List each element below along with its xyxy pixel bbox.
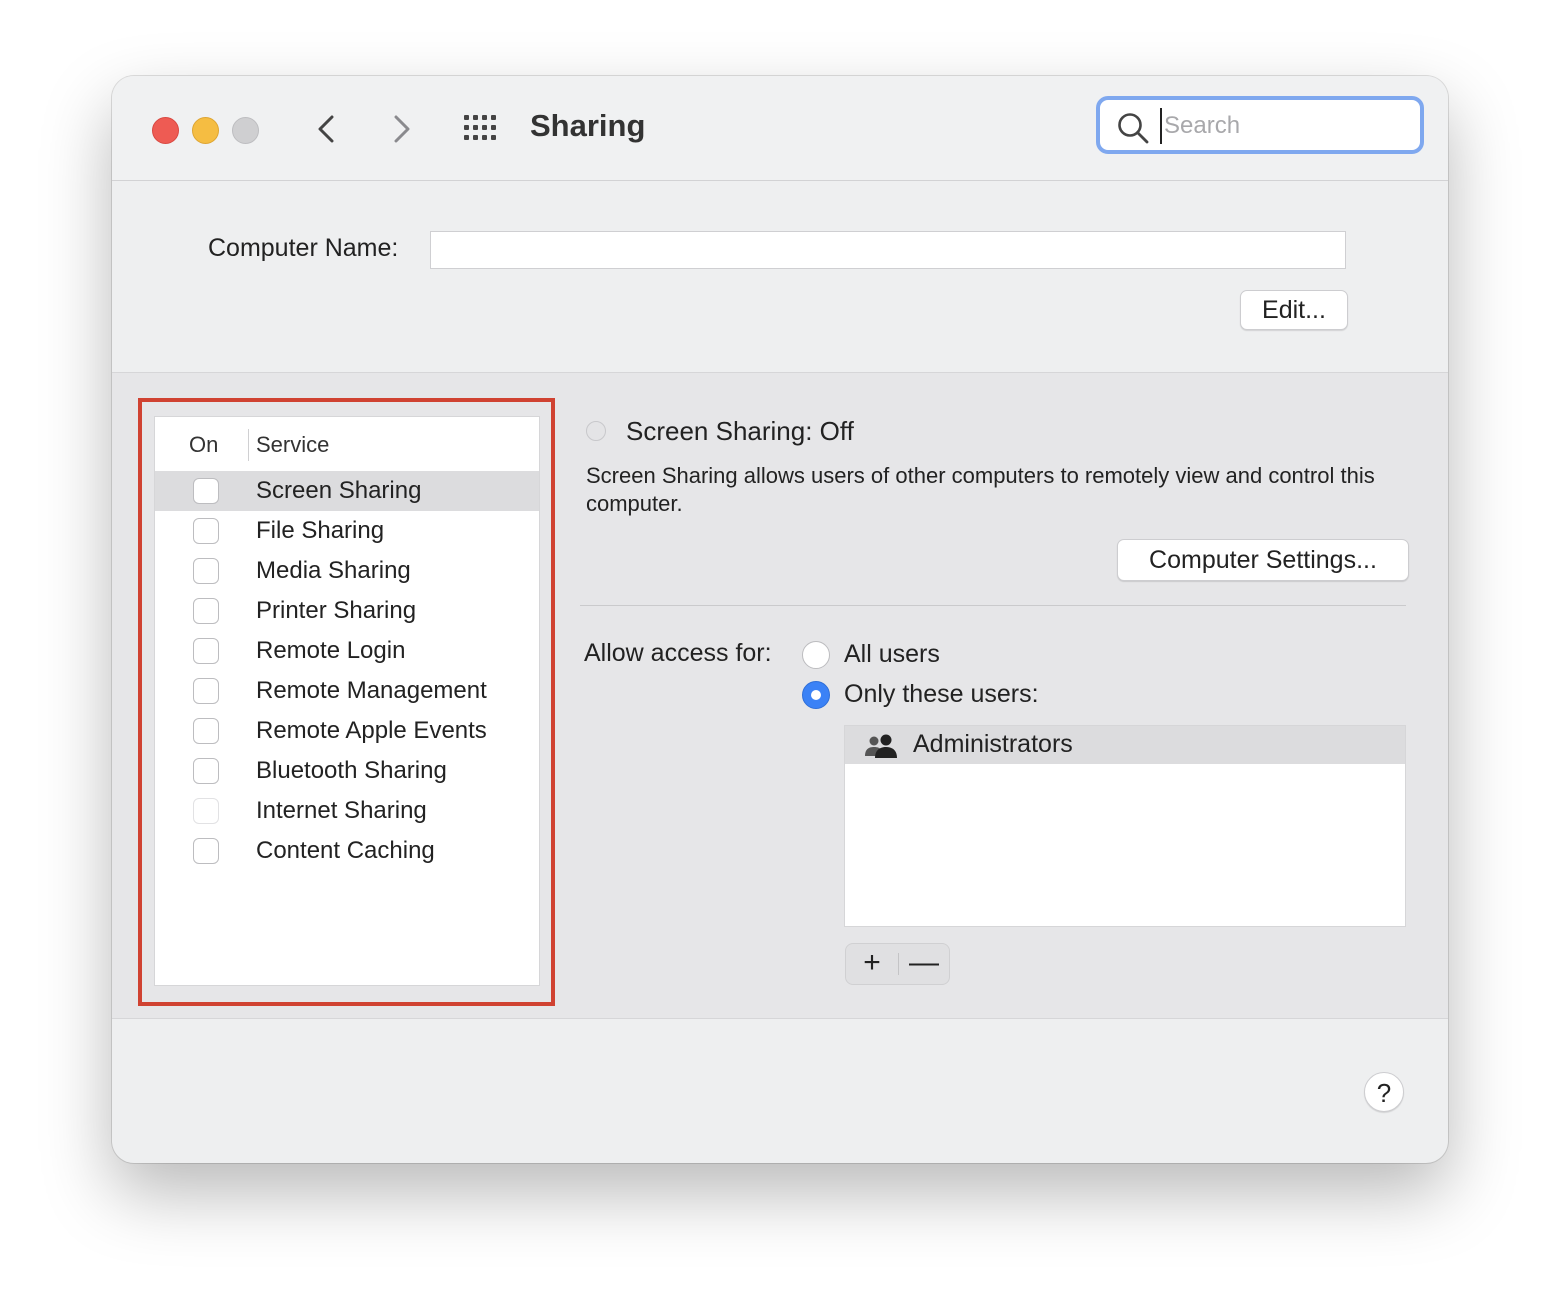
remove-user-button[interactable]: — — [899, 944, 949, 984]
search-icon — [1118, 113, 1149, 144]
status-indicator — [586, 421, 606, 441]
service-description: Screen Sharing allows users of other com… — [586, 463, 1375, 516]
service-checkbox — [193, 798, 219, 824]
service-label: Printer Sharing — [256, 597, 417, 624]
minimize-button[interactable] — [192, 117, 219, 144]
back-button[interactable] — [308, 109, 348, 149]
list-item[interactable]: Administrators — [845, 726, 1405, 764]
service-label: Content Caching — [256, 837, 435, 864]
show-all-button[interactable] — [462, 112, 502, 144]
chevron-right-icon — [394, 115, 410, 143]
service-row[interactable]: Bluetooth Sharing — [155, 751, 539, 791]
chevron-left-icon — [318, 115, 334, 143]
search-field[interactable] — [1096, 96, 1424, 154]
user-label: Administrators — [913, 730, 1073, 758]
service-row[interactable]: Media Sharing — [155, 551, 539, 591]
service-checkbox[interactable] — [193, 838, 219, 864]
forward-button[interactable] — [382, 109, 422, 149]
grid-icon — [464, 115, 496, 140]
service-row[interactable]: Internet Sharing — [155, 791, 539, 831]
edit-button[interactable]: Edit... — [1240, 290, 1348, 330]
service-list[interactable]: On Service Screen Sharing File Sharing Med… — [154, 416, 540, 986]
toolbar: Sharing — [112, 76, 1448, 181]
column-header-service[interactable]: Service — [256, 432, 329, 458]
all-users-radio[interactable] — [802, 641, 830, 669]
add-user-button[interactable]: + — [846, 944, 898, 984]
computer-settings-button[interactable]: Computer Settings... — [1117, 539, 1409, 581]
service-label: File Sharing — [256, 517, 385, 544]
users-list[interactable]: Administrators — [844, 725, 1406, 927]
service-checkbox[interactable] — [193, 518, 219, 544]
service-checkbox[interactable] — [193, 718, 219, 744]
computer-name-label: Computer Name: — [208, 234, 399, 262]
only-these-users-radio[interactable] — [802, 681, 830, 709]
service-checkbox[interactable] — [193, 758, 219, 784]
service-label: Remote Management — [256, 677, 487, 704]
service-checkbox[interactable] — [193, 638, 219, 664]
help-button[interactable]: ? — [1364, 1072, 1404, 1112]
column-divider — [248, 429, 249, 461]
service-label: Remote Apple Events — [256, 717, 487, 744]
service-row[interactable]: Printer Sharing — [155, 591, 539, 631]
allow-access-label: Allow access for: — [584, 639, 772, 667]
service-row[interactable]: Screen Sharing — [155, 471, 539, 511]
service-row[interactable]: File Sharing — [155, 511, 539, 551]
search-input[interactable] — [1160, 108, 1404, 144]
close-button[interactable] — [152, 117, 179, 144]
service-row[interactable]: Remote Apple Events — [155, 711, 539, 751]
service-label: Internet Sharing — [256, 797, 427, 824]
service-row[interactable]: Remote Login — [155, 631, 539, 671]
service-label: Remote Login — [256, 637, 406, 664]
zoom-button[interactable] — [232, 117, 259, 144]
group-users-icon — [865, 734, 897, 758]
window-title: Sharing — [530, 108, 646, 143]
service-row[interactable]: Remote Management — [155, 671, 539, 711]
only-these-users-label[interactable]: Only these users: — [844, 680, 1039, 709]
service-checkbox[interactable] — [193, 558, 219, 584]
service-checkbox[interactable] — [193, 478, 219, 504]
add-remove-control: + — — [845, 943, 950, 985]
service-status-title: Screen Sharing: Off — [626, 416, 854, 446]
computer-name-field[interactable] — [430, 231, 1346, 269]
service-label: Bluetooth Sharing — [256, 757, 447, 784]
divider — [580, 605, 1406, 606]
all-users-label[interactable]: All users — [844, 640, 940, 669]
service-checkbox[interactable] — [193, 598, 219, 624]
column-header-on[interactable]: On — [189, 432, 218, 458]
service-row[interactable]: Content Caching — [155, 831, 539, 871]
sharing-window: Sharing Computer Name: Edit... On Servic… — [112, 76, 1448, 1163]
service-list-header: On Service — [155, 417, 539, 472]
service-label: Media Sharing — [256, 557, 411, 584]
service-label: Screen Sharing — [256, 477, 422, 504]
service-checkbox[interactable] — [193, 678, 219, 704]
